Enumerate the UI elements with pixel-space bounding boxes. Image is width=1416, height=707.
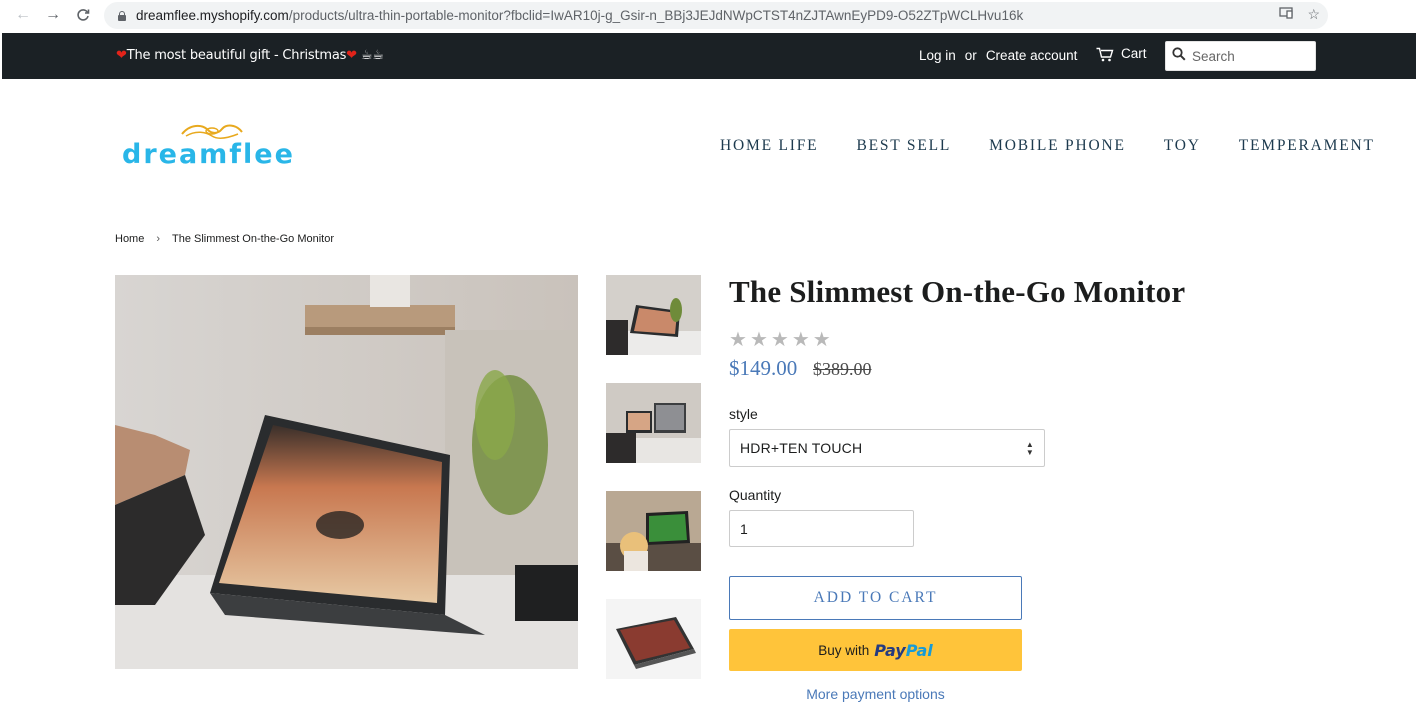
address-bar[interactable]: dreamflee.myshopify.com/products/ultra-t… — [104, 2, 1328, 29]
address-bar-icons: ☆ — [1279, 6, 1320, 23]
main-navigation: HOME LIFE BEST SELL MOBILE PHONE TOY TEM… — [720, 137, 1375, 155]
announcement-text: The most beautiful gift - Christmas — [126, 48, 347, 63]
cart-icon — [1096, 47, 1114, 61]
bookmark-star-icon[interactable]: ☆ — [1307, 6, 1320, 23]
url-path: /products/ultra-thin-portable-monitor?fb… — [288, 8, 1024, 23]
star-icon: ★ — [812, 329, 831, 351]
browser-toolbar: ← → dreamflee.myshopify.com/products/ult… — [0, 0, 1416, 32]
search-icon[interactable] — [1172, 46, 1186, 66]
nav-temperament[interactable]: TEMPERAMENT — [1239, 137, 1375, 155]
quantity-input[interactable] — [729, 510, 914, 547]
sale-price: $149.00 — [729, 356, 798, 380]
gift-cake-icon: ☕☕ — [360, 48, 384, 63]
announcement-bar: ❤The most beautiful gift - Christmas❤ ☕☕… — [2, 33, 1416, 79]
style-selected-value: HDR+TEN TOUCH — [740, 440, 863, 456]
breadcrumb-home[interactable]: Home — [115, 233, 144, 245]
star-icon: ★ — [729, 329, 747, 351]
heart-icon: ❤ — [116, 48, 127, 63]
create-account-link[interactable]: Create account — [986, 48, 1078, 63]
store-logo[interactable]: dreamflee — [120, 120, 310, 170]
nav-toy[interactable]: TOY — [1164, 137, 1201, 155]
search-input[interactable] — [1192, 48, 1302, 64]
announcement-message[interactable]: ❤The most beautiful gift - Christmas❤ ☕☕ — [116, 48, 384, 63]
nav-home-life[interactable]: HOME LIFE — [720, 137, 818, 155]
more-payment-options-link[interactable]: More payment options — [729, 686, 1022, 702]
star-icon: ★ — [791, 329, 810, 351]
url-host: dreamflee.myshopify.com — [136, 8, 289, 23]
back-arrow-icon[interactable]: ← — [12, 4, 34, 26]
forward-arrow-icon[interactable]: → — [42, 4, 64, 26]
product-title: The Slimmest On-the-Go Monitor — [729, 274, 1186, 309]
search-box — [1165, 41, 1316, 71]
nav-best-sell[interactable]: BEST SELL — [856, 137, 951, 155]
breadcrumb-current: The Slimmest On-the-Go Monitor — [172, 233, 335, 245]
product-thumbnail[interactable] — [606, 491, 701, 571]
or-separator: or — [964, 48, 977, 63]
breadcrumb-separator: › — [156, 233, 161, 245]
rating-stars[interactable]: ★ ★ ★ ★ ★ — [729, 327, 831, 352]
product-thumbnail[interactable] — [606, 599, 701, 679]
style-select[interactable]: HDR+TEN TOUCH ▲ ▼ — [729, 429, 1045, 467]
paypal-logo: PayPal — [874, 641, 932, 660]
login-link[interactable]: Log in — [919, 48, 956, 63]
reload-icon[interactable] — [72, 4, 94, 26]
breadcrumb: Home › The Slimmest On-the-Go Monitor — [115, 233, 334, 245]
nav-mobile-phone[interactable]: MOBILE PHONE — [989, 137, 1126, 155]
cart-link[interactable]: Cart — [1096, 46, 1147, 61]
paypal-logo-pay: Pay — [874, 640, 906, 660]
cart-label: Cart — [1121, 46, 1147, 61]
quantity-label: Quantity — [729, 487, 782, 503]
heart-icon: ❤ — [346, 48, 357, 63]
product-thumbnail[interactable] — [606, 275, 701, 355]
style-label: style — [729, 406, 758, 422]
cast-icon[interactable] — [1279, 6, 1294, 23]
logo-ornament-icon — [181, 124, 243, 139]
paypal-prefix: Buy with — [818, 642, 870, 658]
paypal-button[interactable]: Buy with PayPal — [729, 629, 1022, 671]
select-arrows-icon: ▲ ▼ — [1025, 440, 1034, 457]
product-main-image[interactable] — [115, 275, 578, 669]
lock-icon — [116, 10, 128, 22]
star-icon: ★ — [770, 329, 789, 351]
star-icon: ★ — [749, 329, 768, 351]
account-links: Log in or Create account — [919, 48, 1077, 63]
product-thumbnail[interactable] — [606, 383, 701, 463]
compare-at-price: $389.00 — [813, 359, 872, 379]
add-to-cart-button[interactable]: ADD TO CART — [729, 576, 1022, 620]
paypal-logo-pal: Pal — [905, 640, 933, 660]
logo-text: dreamflee — [122, 139, 295, 170]
